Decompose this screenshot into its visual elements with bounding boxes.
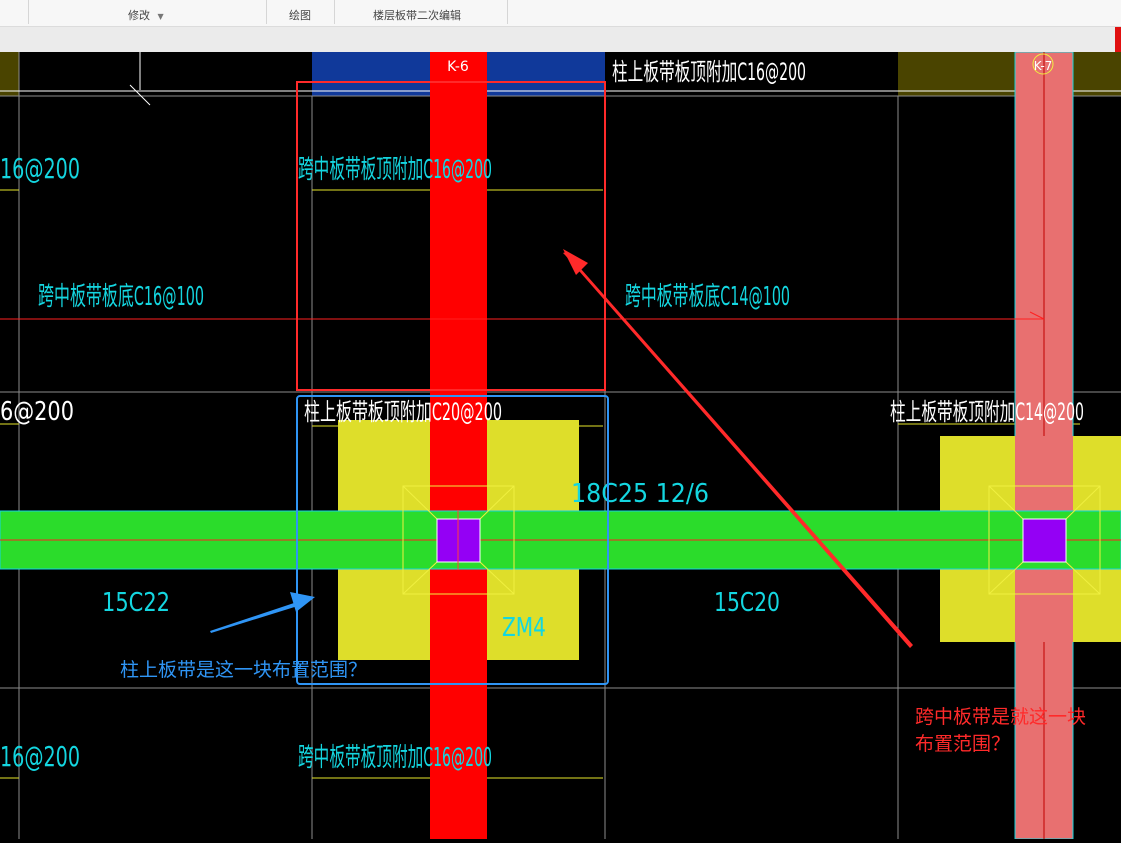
modify-label: 修改 bbox=[128, 9, 150, 22]
label-beam-left-bottom: 15C22 bbox=[102, 588, 170, 618]
right-top-block bbox=[898, 52, 1121, 96]
red-annotation-text-line2: 布置范围？ bbox=[915, 733, 1010, 755]
label-top-column-strip: 柱上板带板顶附加C16@200 bbox=[612, 58, 806, 86]
cad-canvas[interactable]: K-6 K-7 柱上板带板顶附加C16@200 16@200 跨中板带板顶附加C… bbox=[0, 51, 1121, 840]
axis-k7-label: K-7 bbox=[1034, 59, 1053, 73]
column-k7[interactable] bbox=[1022, 518, 1067, 563]
left-top-block bbox=[0, 52, 19, 96]
caret-down-icon: ▼ bbox=[157, 12, 164, 21]
ribbon-separator bbox=[28, 0, 29, 24]
ribbon-separator bbox=[334, 0, 335, 24]
red-annotation-text-line1: 跨中板带是就这一块 bbox=[915, 706, 1086, 728]
strip-edge-marker bbox=[1115, 27, 1121, 52]
blue-annotation-text: 柱上板带是这一块布置范围？ bbox=[120, 659, 367, 681]
label-column-strip-right: 柱上板带板顶附加C14@200 bbox=[890, 398, 1084, 426]
blue-arrow-head bbox=[290, 592, 315, 612]
floor-strip-edit-group[interactable]: 楼层板带二次编辑 bbox=[373, 7, 461, 23]
ribbon-toolbar: 修改 ▼ 绘图 楼层板带二次编辑 bbox=[0, 0, 1121, 27]
label-mid-strip-top-upper: 跨中板带板顶附加C16@200 bbox=[298, 155, 492, 185]
blue-arrow-shaft bbox=[210, 601, 301, 633]
view-tab-strip bbox=[0, 27, 1121, 52]
label-mid-strip-top-lower: 跨中板带板顶附加C16@200 bbox=[298, 743, 492, 773]
label-column-strip-center: 柱上板带板顶附加C20@200 bbox=[304, 398, 502, 426]
label-left-bottom-partial: 16@200 bbox=[0, 740, 80, 773]
draw-group[interactable]: 绘图 bbox=[289, 7, 311, 23]
ribbon-separator bbox=[507, 0, 508, 24]
axis-k6-label: K-6 bbox=[447, 59, 469, 75]
label-beam-rebar: 18C25 12/6 bbox=[571, 479, 709, 509]
label-mid-strip-bottom-right: 跨中板带板底C14@100 bbox=[625, 282, 790, 312]
ribbon-separator bbox=[266, 0, 267, 24]
label-left-mid-partial: 6@200 bbox=[0, 397, 74, 427]
cad-drawing: K-6 K-7 柱上板带板顶附加C16@200 16@200 跨中板带板顶附加C… bbox=[0, 51, 1121, 840]
modify-group[interactable]: 修改 ▼ bbox=[128, 7, 164, 23]
label-cap-name: ZM4 bbox=[502, 613, 546, 643]
floor-strip-edit-label: 楼层板带二次编辑 bbox=[373, 9, 461, 22]
label-left-top-partial: 16@200 bbox=[0, 152, 80, 185]
label-mid-strip-bottom-left: 跨中板带板底C16@100 bbox=[38, 282, 204, 312]
draw-label: 绘图 bbox=[289, 9, 311, 22]
red-arrow-head bbox=[563, 249, 588, 275]
label-beam-right-bottom: 15C20 bbox=[714, 588, 780, 618]
